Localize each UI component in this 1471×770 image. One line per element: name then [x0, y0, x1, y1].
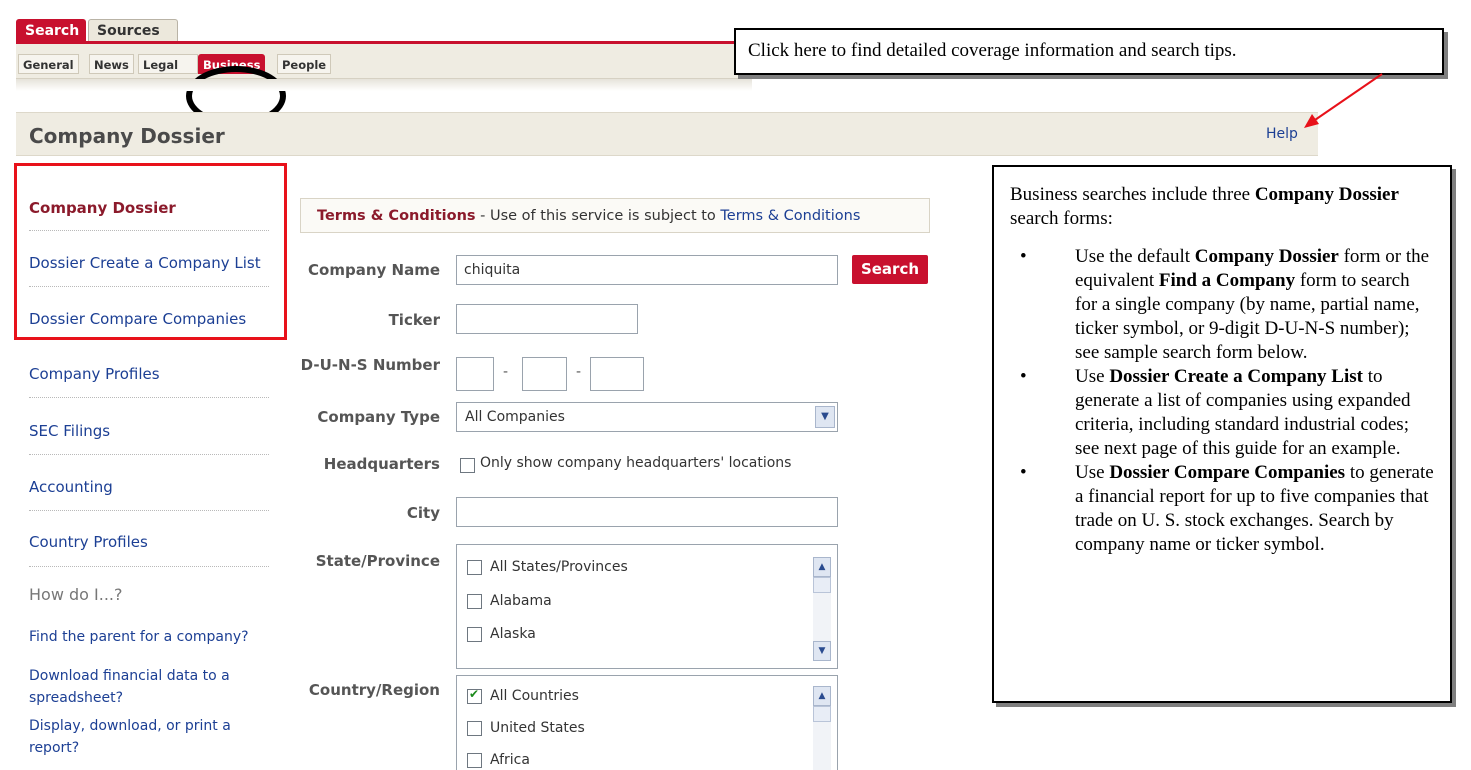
subtab-news[interactable]: News — [89, 54, 134, 74]
subtab-general[interactable]: General — [18, 54, 79, 74]
state-province-label: State/Province — [315, 552, 440, 570]
search-button[interactable]: Search — [852, 255, 928, 284]
headquarters-checkbox-label: Only show company headquarters' location… — [480, 455, 792, 471]
callout-business-searches: Business searches include three Company … — [992, 165, 1452, 703]
red-arrow-icon — [1304, 73, 1383, 128]
subtab-people[interactable]: People — [277, 54, 332, 74]
scroll-thumb[interactable] — [813, 706, 831, 722]
list-item[interactable]: All States/Provinces — [467, 559, 628, 575]
city-label: City — [406, 504, 440, 522]
help-print-report-link[interactable]: Display, download, or print a report? — [29, 715, 259, 759]
tab-sources[interactable]: Sources — [88, 19, 178, 41]
callout-help-text: Click here to find detailed coverage inf… — [748, 40, 1237, 61]
sidebar-item-accounting[interactable]: Accounting — [29, 478, 113, 496]
callout-bullet: • Use Dossier Compare Companies to genera… — [1020, 462, 1434, 555]
callout-intro: Business searches include three Company … — [1010, 184, 1399, 229]
how-do-i-heading: How do I...? — [29, 585, 123, 604]
duns-dash: - — [503, 364, 509, 380]
list-item[interactable]: United States — [467, 720, 585, 736]
sidebar-item-company-dossier[interactable]: Company Dossier — [29, 199, 176, 217]
scroll-up-icon[interactable]: ▲ — [813, 686, 831, 706]
country-region-list[interactable]: All Countries United States Africa ▲ — [456, 675, 838, 770]
terms-link[interactable]: Terms & Conditions — [720, 208, 860, 224]
city-input[interactable] — [456, 497, 838, 527]
nav-separator — [29, 454, 269, 456]
terms-label: Terms & Conditions — [317, 208, 476, 224]
subbar-shadow — [16, 79, 752, 91]
duns-label: D-U-N-S Number — [300, 356, 440, 374]
state-scrollbar[interactable]: ▲ ▼ — [813, 557, 831, 661]
help-link[interactable]: Help — [1266, 126, 1298, 142]
help-download-data-link[interactable]: Download financial data to a spreadsheet… — [29, 665, 259, 709]
terms-text: - Use of this service is subject to — [475, 208, 721, 224]
callout-bullet: • Use the default Company Dossier form or… — [1020, 246, 1430, 363]
duns-part1-input[interactable] — [456, 357, 494, 391]
scroll-up-icon[interactable]: ▲ — [813, 557, 831, 577]
sidebar-item-country-profiles[interactable]: Country Profiles — [29, 533, 148, 551]
terms-conditions-bar: Terms & Conditions - Use of this service… — [300, 198, 930, 233]
company-type-select[interactable]: All Companies ▼ — [456, 402, 838, 432]
tab-search[interactable]: Search — [16, 19, 86, 41]
headquarters-label: Headquarters — [323, 455, 440, 473]
sidebar-item-sec-filings[interactable]: SEC Filings — [29, 422, 110, 440]
headquarters-checkbox[interactable] — [460, 455, 475, 474]
list-item[interactable]: Africa — [467, 752, 530, 768]
list-item[interactable]: All Countries — [467, 687, 579, 704]
sidebar-item-compare-companies[interactable]: Dossier Compare Companies — [29, 310, 246, 328]
ticker-input[interactable] — [456, 304, 638, 334]
nav-separator — [29, 510, 269, 512]
company-name-label: Company Name — [308, 261, 440, 279]
chevron-down-icon[interactable]: ▼ — [815, 406, 835, 428]
sidebar-item-company-profiles[interactable]: Company Profiles — [29, 365, 160, 383]
company-type-value: All Companies — [465, 409, 565, 425]
nav-separator — [29, 286, 269, 288]
nav-separator — [29, 566, 269, 568]
duns-part2-input[interactable] — [522, 357, 567, 391]
ticker-label: Ticker — [388, 311, 440, 329]
callout-bullet-list: • Use the default Company Dossier form or… — [1010, 245, 1435, 557]
callout-bullet: • Use Dossier Create a Company List to ge… — [1020, 366, 1411, 459]
nav-separator — [29, 397, 269, 399]
callout-help-tip: Click here to find detailed coverage inf… — [734, 28, 1444, 75]
sidebar-item-create-company-list[interactable]: Dossier Create a Company List — [29, 254, 261, 272]
page-title: Company Dossier — [29, 124, 225, 148]
country-region-label: Country/Region — [308, 681, 440, 699]
list-item[interactable]: Alabama — [467, 593, 552, 609]
help-find-parent-link[interactable]: Find the parent for a company? — [29, 626, 249, 648]
scroll-down-icon[interactable]: ▼ — [813, 641, 831, 661]
country-scrollbar[interactable]: ▲ — [813, 686, 831, 770]
scroll-thumb[interactable] — [813, 577, 831, 593]
nav-separator — [29, 230, 269, 232]
company-type-label: Company Type — [317, 408, 440, 426]
list-item[interactable]: Alaska — [467, 626, 536, 642]
state-province-list[interactable]: All States/Provinces Alabama Alaska ▲ ▼ — [456, 544, 838, 669]
duns-part3-input[interactable] — [590, 357, 644, 391]
duns-dash: - — [576, 364, 582, 380]
company-name-input[interactable]: chiquita — [456, 255, 838, 285]
subtab-legal[interactable]: Legal — [138, 54, 198, 74]
